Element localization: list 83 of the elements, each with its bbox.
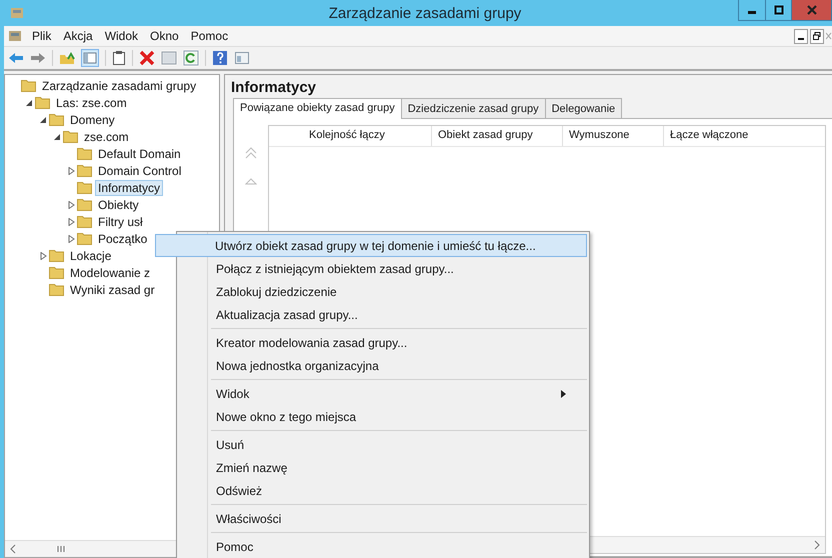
close-icon (806, 5, 816, 15)
expand-arrow-icon[interactable] (68, 234, 74, 242)
back-icon[interactable] (8, 51, 24, 65)
context-menu-item[interactable]: Właściwości (179, 507, 587, 530)
folder-icon (35, 96, 50, 109)
tree-item[interactable]: zse.com (81, 128, 132, 144)
tab[interactable]: Powiązane obiekty zasad grupy (233, 98, 402, 119)
scroll-left-icon[interactable] (9, 544, 17, 554)
expand-arrow-icon[interactable] (68, 200, 74, 208)
column-header[interactable]: Wymuszone (563, 126, 664, 146)
folder-icon (77, 181, 92, 194)
show-tree-icon[interactable] (81, 49, 99, 67)
menu-item[interactable]: Akcja (63, 29, 93, 43)
folder-icon (49, 249, 64, 262)
column-header[interactable]: Obiekt zasad grupy (432, 126, 563, 146)
window-title: Zarządzanie zasadami grupy (328, 4, 522, 22)
properties-icon[interactable] (161, 50, 177, 66)
folder-icon (49, 266, 64, 279)
context-menu-item[interactable]: Kreator modelowania zasad grupy... (179, 331, 587, 354)
column-header[interactable]: Kolejność łączy (269, 126, 432, 146)
maximize-icon (774, 5, 784, 15)
help-icon[interactable] (212, 50, 228, 66)
context-menu-item[interactable]: Widok (179, 382, 587, 405)
child-minimize-button[interactable] (794, 28, 808, 44)
menu-item[interactable]: Widok (104, 29, 138, 43)
folder-icon (77, 164, 92, 177)
app-icon (10, 6, 24, 20)
folder-icon (49, 283, 64, 296)
tab[interactable]: Delegowanie (544, 98, 622, 118)
folder-icon (77, 215, 92, 228)
tree-item[interactable]: Modelowanie z (67, 264, 154, 280)
tree-item[interactable]: Informatycy (95, 180, 164, 196)
expand-arrow-icon[interactable] (40, 252, 46, 260)
context-menu-item[interactable]: Usuń (179, 433, 587, 456)
folder-icon (21, 79, 36, 92)
folder-icon (49, 113, 64, 126)
pane-heading: Informatycy (230, 78, 318, 98)
collapse-arrow-icon[interactable] (26, 98, 32, 106)
tree-item[interactable]: Obiekty (95, 196, 142, 212)
close-button[interactable] (791, 0, 831, 20)
context-menu-item[interactable]: Odśwież (179, 479, 587, 502)
tree-item[interactable]: Wyniki zasad gr (67, 282, 158, 298)
delete-icon[interactable] (139, 50, 155, 66)
column-header[interactable]: Łącze włączone (664, 126, 776, 146)
refresh-icon[interactable] (183, 50, 199, 66)
child-restore-button[interactable] (810, 28, 824, 44)
scroll-grip-icon[interactable] (57, 545, 65, 553)
tree-item[interactable]: Zarządzanie zasadami grupy (39, 78, 200, 94)
menu-item[interactable]: Plik (32, 29, 52, 43)
folder-icon (77, 198, 92, 211)
tree-item[interactable]: Domain Control (95, 162, 184, 178)
context-menu-item[interactable]: Nowe okno z tego miejsca (179, 405, 587, 428)
context-menu-item[interactable]: Zablokuj dziedziczenie (179, 280, 587, 303)
context-menu-item[interactable]: Połącz z istniejącym obiektem zasad grupy... (179, 257, 587, 280)
menu-item[interactable]: Pomoc (190, 29, 228, 43)
child-close-icon[interactable] (826, 32, 832, 40)
context-menu-item[interactable]: Utwórz obiekt zasad grupy w tej domenie i umieść tu łącze... (155, 234, 587, 257)
expand-arrow-icon[interactable] (68, 218, 74, 226)
tree-item[interactable]: Filtry usł (95, 214, 146, 230)
menu-item[interactable]: Okno (150, 29, 179, 43)
context-menu-item[interactable]: Zmień nazwę (179, 456, 587, 479)
context-menu-item[interactable]: Aktualizacja zasad grupy... (179, 303, 587, 326)
context-menu-item[interactable]: Nowa jednostka organizacyjna (179, 354, 587, 377)
clipboard-icon[interactable] (112, 50, 126, 66)
tree-item[interactable]: Las: zse.com (53, 94, 130, 110)
folder-icon (77, 232, 92, 245)
collapse-arrow-icon[interactable] (40, 116, 46, 124)
context-menu-item[interactable]: Pomoc (179, 535, 587, 558)
restore-icon (813, 32, 821, 40)
tree-item[interactable]: Lokacje (67, 248, 114, 264)
tab[interactable]: Dziedziczenie zasad grupy (400, 98, 546, 118)
folder-icon (63, 130, 78, 143)
tree-item[interactable]: Default Domain (95, 146, 184, 162)
tree-item[interactable]: Początko (95, 230, 150, 246)
scroll-right-icon[interactable] (813, 540, 821, 550)
collapse-arrow-icon[interactable] (54, 132, 60, 140)
tree-item[interactable]: Domeny (67, 112, 118, 128)
expand-arrow-icon[interactable] (68, 166, 74, 174)
view-panel-icon[interactable] (234, 50, 250, 66)
folder-icon (77, 147, 92, 160)
app-menu-icon[interactable] (8, 29, 22, 43)
forward-icon[interactable] (30, 51, 46, 65)
folder-up-icon[interactable] (59, 50, 75, 66)
